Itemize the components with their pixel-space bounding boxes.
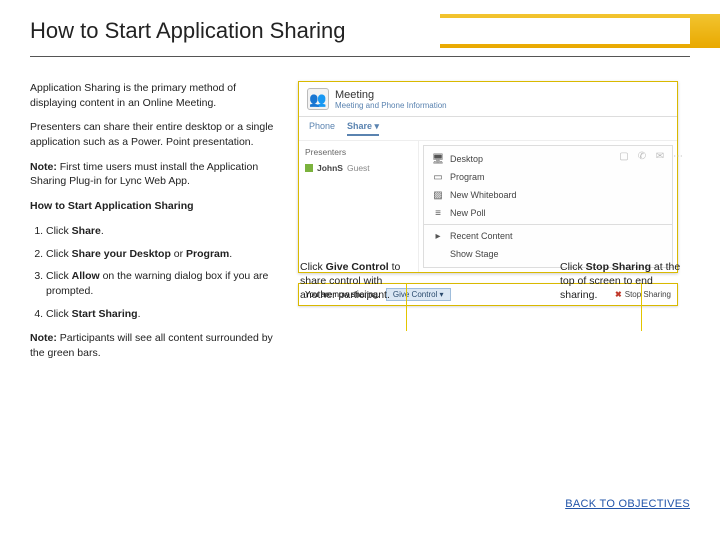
blank-icon (432, 248, 444, 260)
program-icon: ▭ (432, 171, 444, 183)
t: Start Sharing (72, 308, 138, 320)
share-menu: 🖥 Desktop ▭ Program ▨ New Whiteboard ≡ New P… (423, 145, 673, 268)
t: Share your Desktop (72, 248, 171, 260)
t: Stop Sharing (586, 261, 651, 273)
menu-whiteboard[interactable]: ▨ New Whiteboard (424, 186, 672, 204)
meeting-header: 👥 Meeting Meeting and Phone Information (299, 82, 677, 117)
menu-label: New Whiteboard (450, 190, 517, 200)
t: Click (46, 248, 72, 260)
intro-paragraph-2: Presenters can share their entire deskto… (30, 120, 280, 149)
step-1: Click Share. (46, 224, 280, 239)
step-3: Click Allow on the warning dialog box if… (46, 269, 280, 298)
callout-give-control: Click Give Control to share control with… (300, 260, 420, 303)
back-to-objectives-link[interactable]: BACK TO OBJECTIVES (565, 498, 690, 510)
menu-recent[interactable]: ▸ Recent Content (424, 227, 672, 245)
menu-label: Desktop (450, 154, 483, 164)
presence-square-icon (305, 164, 313, 172)
step-4: Click Start Sharing. (46, 307, 280, 322)
t: Click (46, 270, 72, 282)
video-icon[interactable]: ▢ (618, 151, 630, 162)
note-text-2: Participants will see all content surrou… (30, 332, 273, 359)
tab-share[interactable]: Share ▾ (347, 121, 379, 136)
steps-list: Click Share. Click Share your Desktop or… (30, 224, 280, 321)
t: . (138, 308, 141, 320)
t: Allow (72, 270, 100, 282)
intro-paragraph-1: Application Sharing is the primary metho… (30, 81, 280, 110)
menu-label: Program (450, 172, 485, 182)
chevron-right-icon: ▸ (432, 230, 444, 242)
t: Share (72, 225, 101, 237)
presenters-panel: Presenters JohnS Guest (299, 141, 419, 272)
left-text-column: Application Sharing is the primary metho… (30, 81, 280, 371)
presenter-row: JohnS Guest (305, 163, 412, 173)
content-row: Application Sharing is the primary metho… (30, 81, 690, 371)
meeting-body: Presenters JohnS Guest 🖥 Desktop ▭ Program… (299, 141, 677, 272)
step-2: Click Share your Desktop or Program. (46, 247, 280, 262)
right-screenshot-column: 👥 Meeting Meeting and Phone Information … (298, 81, 690, 371)
note-label-2: Note: (30, 332, 57, 344)
meeting-icon: 👥 (307, 88, 329, 110)
t: Click (46, 225, 72, 237)
desktop-icon: 🖥 (432, 153, 444, 165)
menu-poll[interactable]: ≡ New Poll (424, 204, 672, 222)
whiteboard-icon: ▨ (432, 189, 444, 201)
title-rule (30, 56, 690, 57)
note-greenbars: Note: Participants will see all content … (30, 331, 280, 360)
menu-program[interactable]: ▭ Program (424, 168, 672, 186)
meeting-title: Meeting (335, 89, 447, 101)
meeting-subtitle: Meeting and Phone Information (335, 101, 447, 110)
t: Give Control (326, 261, 389, 273)
subheading-text: How to Start Application Sharing (30, 200, 194, 212)
t: Program (186, 248, 229, 260)
page-container: How to Start Application Sharing Applica… (0, 0, 720, 371)
phone-icon[interactable]: ✆ (636, 151, 648, 162)
poll-icon: ≡ (432, 207, 444, 219)
note-label: Note: (30, 161, 57, 173)
presenter-tag: Guest (347, 163, 370, 173)
t: Click (46, 308, 72, 320)
tab-phone[interactable]: Phone (309, 121, 335, 136)
callout-stop-sharing: Click Stop Sharing at the top of screen … (560, 260, 690, 303)
t: . (229, 248, 232, 260)
presenters-heading: Presenters (305, 147, 412, 157)
meeting-title-block: Meeting Meeting and Phone Information (335, 89, 447, 110)
meeting-tabs: Phone Share ▾ (299, 117, 677, 141)
menu-separator (424, 224, 672, 225)
note-plugin: Note: First time users must install the … (30, 160, 280, 189)
t: or (171, 248, 186, 260)
page-title: How to Start Application Sharing (30, 18, 690, 44)
menu-label: Recent Content (450, 231, 513, 241)
presenter-name: JohnS (317, 163, 343, 173)
im-icon[interactable]: ✉ (654, 151, 666, 162)
note-text: First time users must install the Applic… (30, 161, 258, 188)
screenshot-meeting-window: 👥 Meeting Meeting and Phone Information … (298, 81, 678, 273)
t: Click (560, 261, 586, 273)
t: Click (300, 261, 326, 273)
menu-label: New Poll (450, 208, 486, 218)
menu-label: Show Stage (450, 249, 499, 259)
subheading: How to Start Application Sharing (30, 199, 280, 214)
t: . (101, 225, 104, 237)
participant-action-icons: ▢ ✆ ✉ ⋯ (618, 151, 684, 162)
more-icon[interactable]: ⋯ (672, 151, 684, 162)
